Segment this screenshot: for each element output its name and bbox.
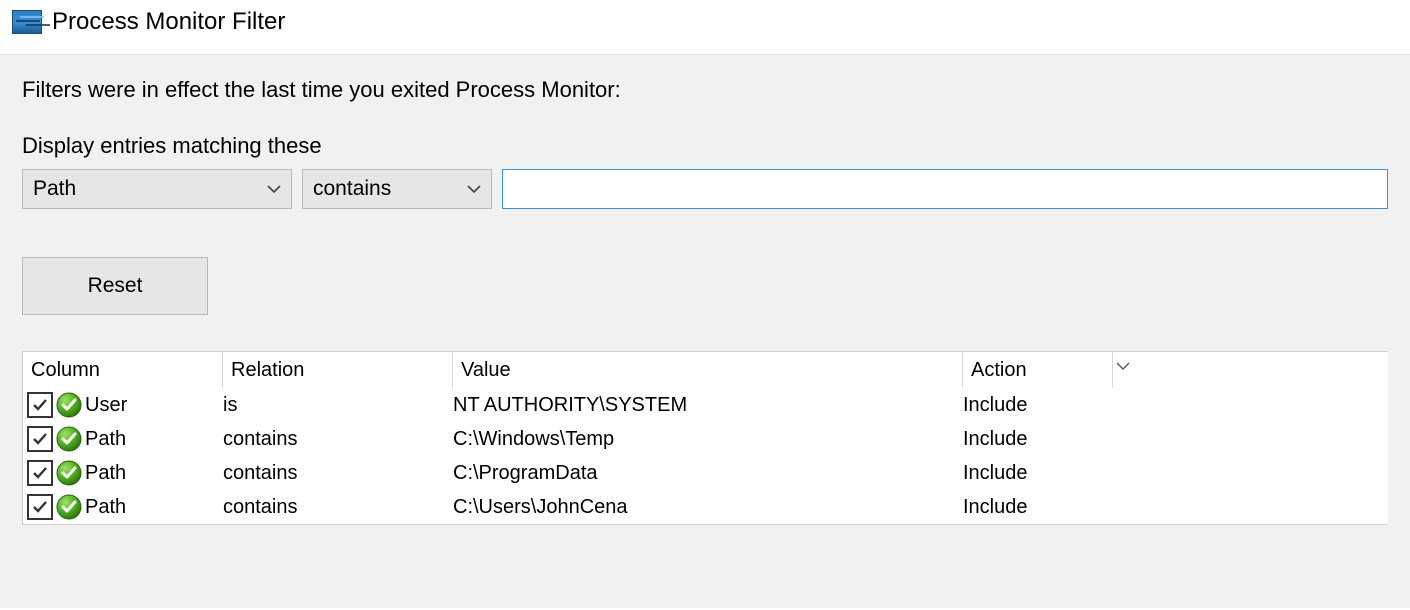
include-icon bbox=[55, 391, 83, 419]
status-text: Filters were in effect the last time you… bbox=[22, 77, 1388, 103]
cell-action: Include bbox=[963, 394, 1113, 417]
table-row[interactable]: Path containsC:\Windows\TempInclude bbox=[23, 422, 1388, 456]
header-column[interactable]: Column bbox=[23, 352, 223, 388]
cell-column: Path bbox=[85, 496, 126, 519]
column-dropdown[interactable]: Path bbox=[22, 169, 292, 209]
dialog-content: Filters were in effect the last time you… bbox=[0, 54, 1410, 608]
header-action[interactable]: Action bbox=[963, 352, 1113, 388]
relation-dropdown[interactable]: contains bbox=[302, 169, 492, 209]
cell-column: User bbox=[85, 394, 127, 417]
relation-dropdown-value: contains bbox=[313, 177, 391, 201]
window-title: Process Monitor Filter bbox=[52, 8, 285, 36]
cell-relation: contains bbox=[223, 496, 453, 519]
cell-value: C:\ProgramData bbox=[453, 462, 963, 485]
header-blank bbox=[1113, 352, 1388, 388]
row-checkbox[interactable] bbox=[27, 460, 53, 486]
cell-action: Include bbox=[963, 462, 1113, 485]
table-row[interactable]: Path containsC:\Users\JohnCenaInclude bbox=[23, 490, 1388, 524]
cell-column: Path bbox=[85, 428, 126, 451]
table-row[interactable]: User isNT AUTHORITY\SYSTEMInclude bbox=[23, 388, 1388, 422]
cell-relation: contains bbox=[223, 462, 453, 485]
column-dropdown-value: Path bbox=[33, 177, 76, 201]
cell-relation: contains bbox=[223, 428, 453, 451]
cell-column: Path bbox=[85, 462, 126, 485]
reset-button[interactable]: Reset bbox=[22, 257, 208, 315]
table-row[interactable]: Path containsC:\ProgramDataInclude bbox=[23, 456, 1388, 490]
cell-action: Include bbox=[963, 496, 1113, 519]
include-icon bbox=[55, 459, 83, 487]
filters-table: Column Relation Value Action User isNT AU… bbox=[22, 351, 1388, 525]
cell-relation: is bbox=[223, 394, 453, 417]
include-icon bbox=[55, 425, 83, 453]
cell-value: NT AUTHORITY\SYSTEM bbox=[453, 394, 963, 417]
title-bar: Process Monitor Filter bbox=[0, 0, 1410, 54]
row-checkbox[interactable] bbox=[27, 392, 53, 418]
cell-value: C:\Users\JohnCena bbox=[453, 496, 963, 519]
include-icon bbox=[55, 493, 83, 521]
table-header: Column Relation Value Action bbox=[23, 352, 1388, 388]
row-checkbox[interactable] bbox=[27, 494, 53, 520]
value-input[interactable] bbox=[502, 169, 1388, 209]
header-relation[interactable]: Relation bbox=[223, 352, 453, 388]
app-icon bbox=[12, 10, 42, 34]
header-value[interactable]: Value bbox=[453, 352, 963, 388]
cell-action: Include bbox=[963, 428, 1113, 451]
row-checkbox[interactable] bbox=[27, 426, 53, 452]
chevron-down-icon bbox=[267, 184, 281, 194]
filter-builder-row: Path contains bbox=[22, 169, 1388, 209]
instruction-text: Display entries matching these bbox=[22, 133, 1388, 159]
chevron-down-icon bbox=[467, 184, 481, 194]
cell-value: C:\Windows\Temp bbox=[453, 428, 963, 451]
